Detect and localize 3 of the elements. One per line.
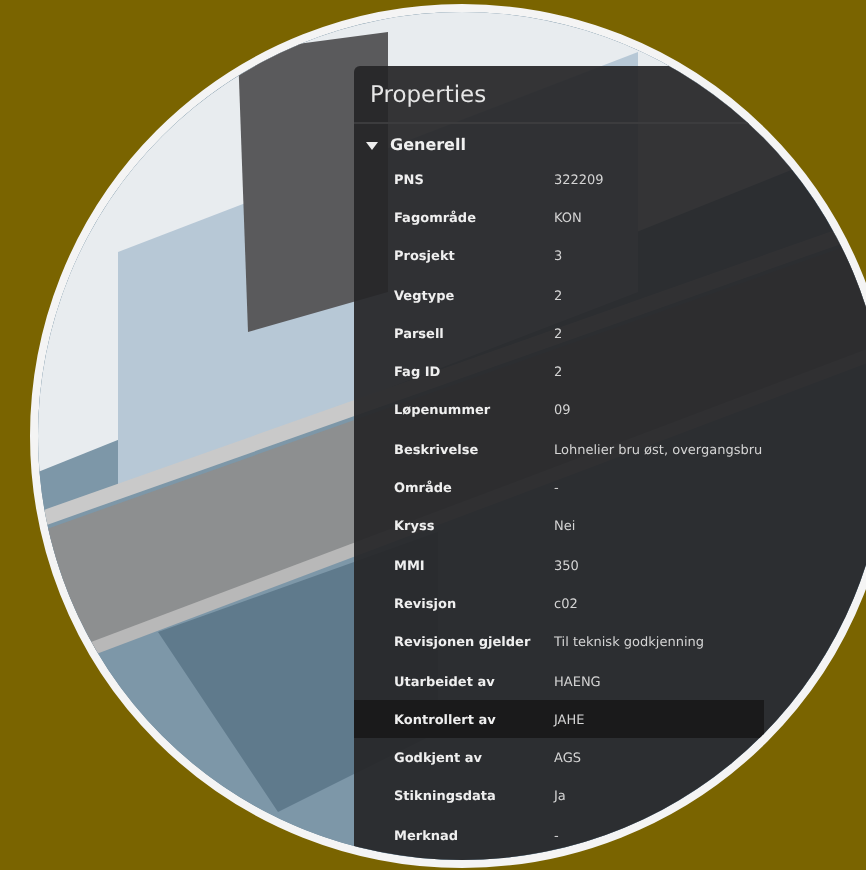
section-header[interactable]: Generell	[354, 124, 866, 160]
panel-title: Properties	[354, 66, 866, 124]
caret-icon	[366, 139, 378, 151]
